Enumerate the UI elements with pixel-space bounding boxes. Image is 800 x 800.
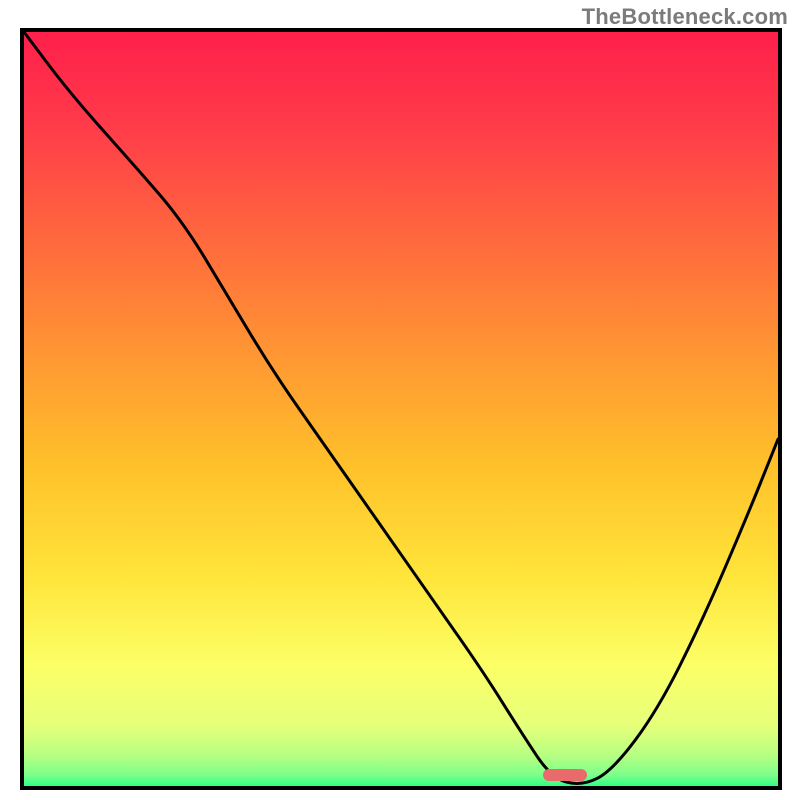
watermark-text: TheBottleneck.com [582,4,788,30]
stage: TheBottleneck.com [0,0,800,800]
bottleneck-curve [24,32,778,786]
bottleneck-plot-frame [20,28,782,790]
optimal-region-marker [543,769,587,781]
